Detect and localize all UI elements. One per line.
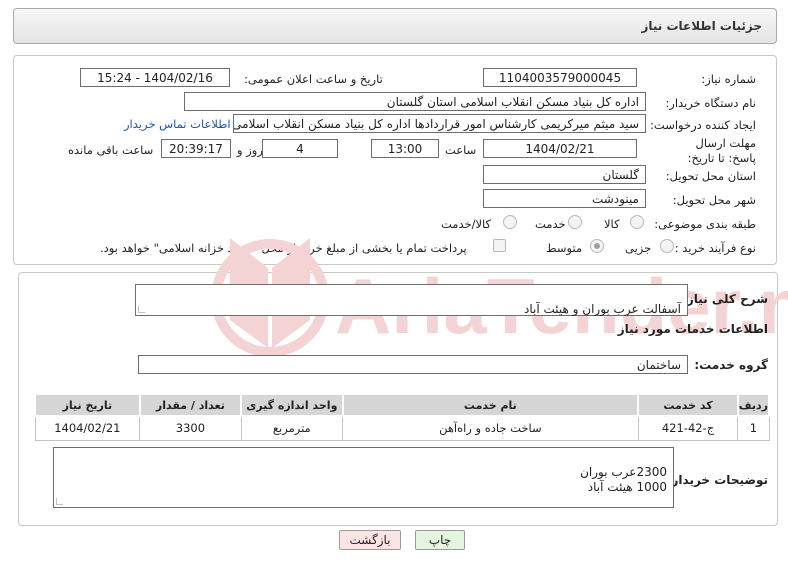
deadline-time-field: 13:00: [371, 139, 439, 158]
category-radio-service[interactable]: [568, 215, 582, 229]
cell-unit: مترمربع: [240, 415, 344, 441]
need-summary-label: شرح کلی نیاز:: [682, 292, 768, 306]
remaining-time-field: 20:39:17: [161, 139, 231, 158]
need-summary-field: آسفالت عرب بوران و هیئت آباد: [135, 284, 688, 316]
category-label: طبقه بندی موضوعی:: [654, 217, 756, 231]
deadline-time-label: ساعت: [445, 143, 477, 157]
page-header: جزئیات اطلاعات نیاز: [13, 8, 777, 44]
cell-service-code: ج-42-421: [637, 415, 739, 441]
col-header-unit: واحد اندازه گیری: [240, 393, 344, 417]
deadline-date-field: 1404/02/21: [483, 139, 637, 158]
process-radio-medium[interactable]: [590, 239, 604, 253]
process-option-medium: متوسط: [546, 241, 583, 255]
cell-quantity: 3300: [139, 415, 242, 441]
table-row: 1 ج-42-421 ساخت جاده و راه‌آهن مترمربع 3…: [34, 415, 770, 441]
province-field: گلستان: [483, 165, 646, 184]
city-field: مینودشت: [483, 189, 646, 208]
process-type-label: نوع فرآیند خرید :: [674, 241, 756, 255]
print-button[interactable]: چاپ: [415, 530, 465, 550]
creator-field: سید میثم میرکریمی کارشناس امور قراردادها…: [233, 114, 646, 133]
treasury-payment-note: پرداخت تمام یا بخشی از مبلغ خرید،از محل …: [100, 241, 467, 255]
process-option-minor: جزیی: [625, 241, 652, 255]
need-number-field: 1104003579000045: [483, 68, 637, 87]
col-header-service-code: کد خدمت: [637, 393, 739, 417]
resize-grip-icon[interactable]: [138, 306, 145, 313]
city-label: شهر محل تحویل:: [672, 193, 756, 207]
need-number-label: شماره نیاز:: [701, 72, 756, 86]
service-group-field: ساختمان: [138, 355, 688, 374]
page-title: جزئیات اطلاعات نیاز: [641, 19, 762, 33]
cell-row-number: 1: [737, 415, 770, 441]
buyer-org-label: نام دستگاه خریدار:: [665, 96, 756, 110]
buyer-notes-field: 2300عرب بوران 1000 هیئت آباد: [53, 447, 674, 508]
buyer-notes-text: 2300عرب بوران 1000 هیئت آباد: [580, 465, 667, 494]
province-label: استان محل تحویل:: [665, 169, 756, 183]
back-button[interactable]: بازگشت: [339, 530, 401, 550]
category-option-service: خدمت: [535, 217, 566, 231]
cell-need-date: 1404/02/21: [34, 415, 141, 441]
col-header-need-date: تاریخ نیاز: [34, 393, 141, 417]
announce-date-label: تاریخ و ساعت اعلان عمومی:: [244, 72, 383, 86]
announce-date-field: 1404/02/16 - 15:24: [80, 68, 230, 87]
resize-grip-icon[interactable]: [56, 498, 63, 505]
table-header-row: ردیف کد خدمت نام خدمت واحد اندازه گیری ت…: [34, 393, 771, 417]
deadline-label: مهلت ارسال پاسخ: تا تاریخ:: [687, 136, 756, 165]
category-radio-goods[interactable]: [630, 215, 644, 229]
services-heading: اطلاعات خدمات مورد نیاز: [617, 322, 768, 336]
col-header-row-number: ردیف: [736, 393, 771, 417]
buyer-notes-label: توضیحات خریدار:: [666, 473, 768, 487]
cell-service-name: ساخت جاده و راه‌آهن: [342, 415, 639, 441]
category-option-goods-service: کالا/خدمت: [441, 217, 492, 231]
treasury-payment-checkbox[interactable]: [493, 239, 506, 252]
days-remaining-field: 4: [262, 139, 338, 158]
buyer-org-field: اداره کل بنیاد مسکن انقلاب اسلامی استان …: [184, 92, 646, 111]
creator-label: ایجاد کننده درخواست:: [650, 118, 756, 132]
buyer-contact-link[interactable]: اطلاعات تماس خریدار: [124, 117, 231, 131]
col-header-service-name: نام خدمت: [341, 393, 640, 417]
services-table: ردیف کد خدمت نام خدمت واحد اندازه گیری ت…: [34, 393, 771, 441]
remaining-time-label: ساعت باقی مانده: [68, 143, 154, 157]
category-radio-goods-service[interactable]: [503, 215, 517, 229]
col-header-quantity: تعداد / مقدار: [138, 393, 243, 417]
need-summary-text: آسفالت عرب بوران و هیئت آباد: [523, 302, 681, 316]
category-option-goods: کالا: [604, 217, 620, 231]
process-radio-minor[interactable]: [660, 239, 674, 253]
service-group-label: گروه خدمت:: [694, 358, 768, 372]
days-label: روز و: [237, 143, 263, 157]
